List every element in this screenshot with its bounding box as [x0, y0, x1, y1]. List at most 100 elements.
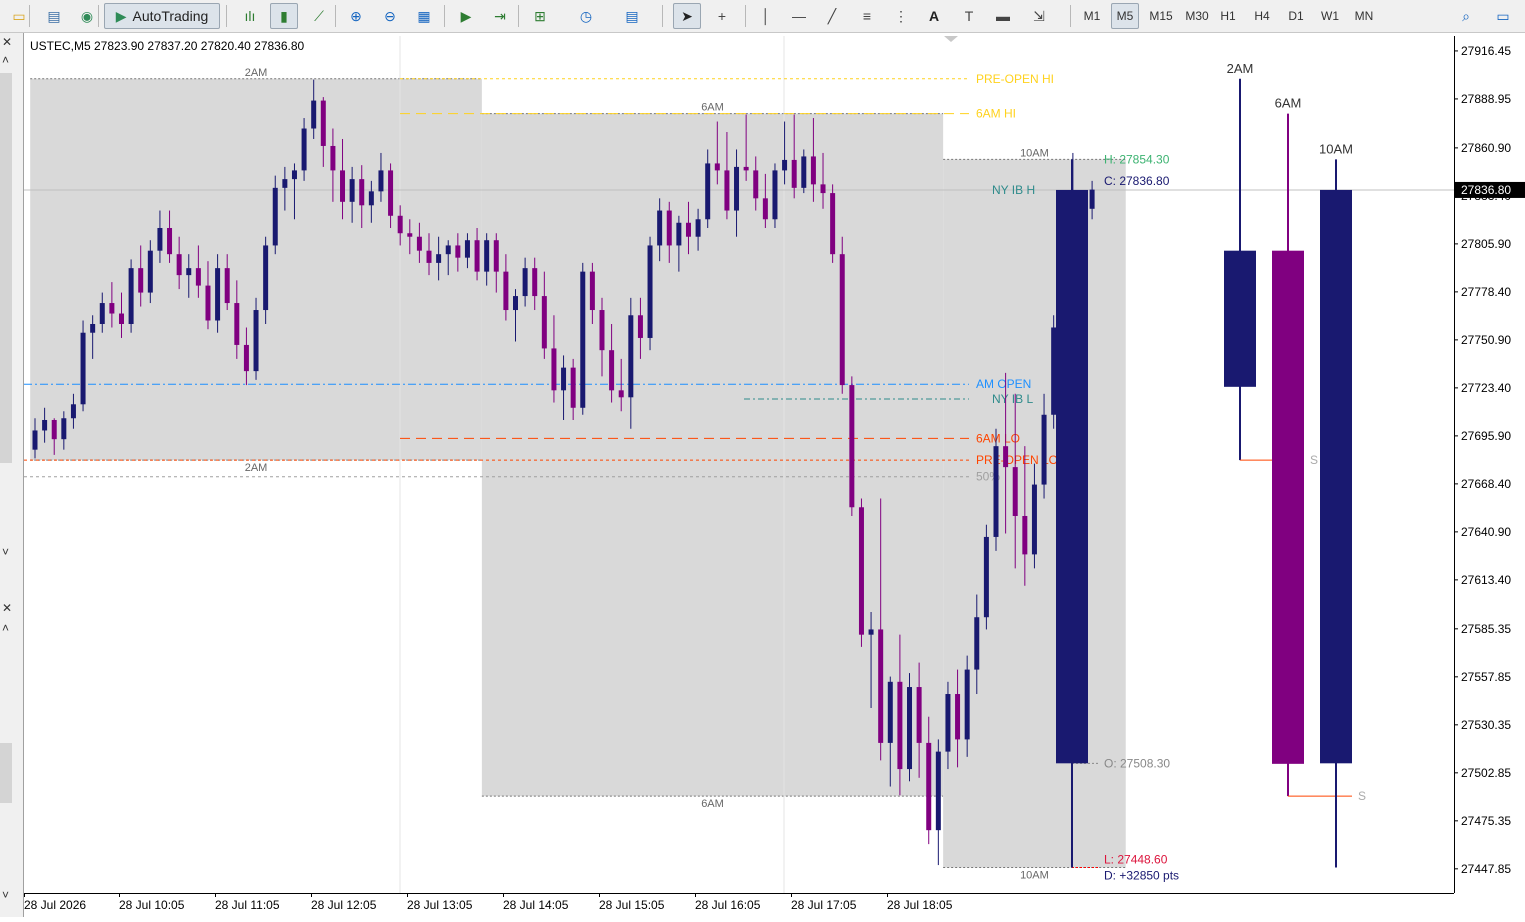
candle-body: [1031, 484, 1037, 555]
candle-body: [272, 187, 278, 246]
candle-body: [1089, 189, 1095, 209]
chevron-up-icon[interactable]: ˄: [2, 53, 9, 67]
symbol-info: USTEC,M5 27823.90 27837.20 27820.40 2783…: [30, 39, 305, 53]
summary-label: 10AM: [1319, 141, 1353, 156]
indicators-icon[interactable]: ⊞: [526, 3, 554, 29]
time-tick-label: 28 Jul 10:05: [119, 898, 185, 912]
time-tick-label: 28 Jul 12:05: [311, 898, 377, 912]
candle-body: [532, 268, 538, 297]
timeframe-h4[interactable]: H4: [1248, 3, 1276, 29]
summary-body: [1272, 250, 1304, 764]
candle-body: [849, 385, 855, 508]
candle-body: [561, 367, 567, 391]
fibo-icon[interactable]: ≡: [853, 3, 881, 29]
timeframe-mn[interactable]: MN: [1350, 3, 1378, 29]
session-box-6am: [481, 113, 944, 797]
candle-body: [128, 268, 134, 324]
market-watch-icon[interactable]: ◉: [73, 3, 101, 29]
candle-body: [858, 507, 864, 635]
candle-body: [714, 163, 720, 171]
candle-body: [138, 268, 144, 293]
arrows-icon[interactable]: ⇲: [1025, 3, 1053, 29]
candle-body: [609, 350, 615, 391]
grid-tool-icon[interactable]: ⋮: [887, 3, 915, 29]
candle-body: [195, 268, 201, 286]
summary-candle: [1056, 159, 1088, 868]
stat-open: O: 27508.30: [1104, 756, 1170, 770]
scrollbar-upper[interactable]: [0, 73, 12, 463]
line-chart-icon[interactable]: ⟋: [305, 3, 333, 29]
candle-body: [503, 271, 509, 311]
trendline-icon[interactable]: ╱: [818, 3, 846, 29]
candle-body: [743, 166, 749, 171]
close-icon[interactable]: ✕: [2, 35, 12, 49]
zoom-in-icon[interactable]: ⊕: [342, 3, 370, 29]
candle-body: [907, 687, 913, 770]
folder-icon[interactable]: ▤: [40, 3, 68, 29]
candle-body: [887, 681, 893, 743]
candle-body: [772, 170, 778, 220]
horizontal-line-icon[interactable]: —: [785, 3, 813, 29]
chart-shift-icon[interactable]: ⇥: [486, 3, 514, 29]
autotrading-button[interactable]: ▶ AutoTrading: [104, 3, 220, 29]
autoscroll-icon[interactable]: ▶: [452, 3, 480, 29]
crosshair-icon[interactable]: +: [708, 3, 736, 29]
timeframe-w1[interactable]: W1: [1316, 3, 1344, 29]
bar-chart-icon[interactable]: ılı: [236, 3, 264, 29]
scrollbar-lower[interactable]: [0, 743, 12, 803]
level-label-ny-ib-l: NY IB L: [992, 392, 1033, 406]
timeframe-m1[interactable]: M1: [1078, 3, 1106, 29]
zoom-out-icon[interactable]: ⊖: [376, 3, 404, 29]
candle-body: [1022, 515, 1028, 555]
candle-body: [666, 210, 672, 246]
candle-body: [320, 100, 326, 146]
candle-body: [628, 315, 634, 398]
summary-body: [1056, 189, 1088, 764]
price-tick-label: 27695.90: [1461, 429, 1511, 443]
candle-body: [378, 170, 384, 192]
timeframe-m15[interactable]: M15: [1144, 3, 1178, 29]
timeframe-m5[interactable]: M5: [1111, 3, 1139, 29]
candle: [128, 259, 134, 333]
chevron-down-icon[interactable]: ˅: [2, 888, 9, 902]
text-label-icon[interactable]: T: [955, 3, 983, 29]
periods-icon[interactable]: ◷: [572, 3, 600, 29]
candle-body: [570, 367, 576, 408]
timeframe-m30[interactable]: M30: [1180, 3, 1214, 29]
candle-body: [964, 669, 970, 740]
chevron-down-icon[interactable]: ˅: [2, 545, 9, 559]
candle-body: [618, 390, 624, 398]
candle-body: [282, 179, 288, 188]
close-icon[interactable]: ✕: [2, 601, 12, 615]
candle-body: [916, 687, 922, 743]
candle: [858, 498, 864, 647]
cursor-icon[interactable]: ➤: [673, 3, 701, 29]
candle-body: [330, 145, 336, 171]
candle-body: [243, 344, 249, 372]
candle-body: [464, 240, 470, 258]
candle-body: [734, 166, 740, 211]
timeframe-d1[interactable]: D1: [1282, 3, 1310, 29]
timeframe-h1[interactable]: H1: [1214, 3, 1242, 29]
chat-icon[interactable]: ▭: [1487, 3, 1519, 29]
candle-body: [580, 271, 586, 408]
chart-area[interactable]: 2AM 2AM 6AM 6AM 10AM 10AM PRE-OPEN HI 6AM HI NY …: [24, 36, 1454, 893]
search-icon[interactable]: ⌕: [1452, 3, 1480, 29]
candle-chart-icon[interactable]: ▮: [270, 3, 298, 29]
templates-icon[interactable]: ▤: [618, 3, 646, 29]
rectangle-icon[interactable]: ▬: [989, 3, 1017, 29]
text-icon[interactable]: A: [920, 3, 948, 29]
toolbar-separator: [29, 5, 30, 27]
candle-body: [1012, 467, 1018, 516]
candle: [935, 739, 941, 866]
chevron-up-icon[interactable]: ˄: [2, 621, 9, 635]
candle-body: [234, 303, 240, 345]
candle-body: [215, 268, 221, 321]
vertical-line-icon[interactable]: │: [752, 3, 780, 29]
candle-body: [407, 233, 413, 237]
candle-body: [983, 536, 989, 618]
candle-body: [301, 128, 307, 171]
autotrading-label: AutoTrading: [132, 8, 209, 24]
tile-windows-icon[interactable]: ▦: [410, 3, 438, 29]
candle-body: [926, 742, 932, 831]
